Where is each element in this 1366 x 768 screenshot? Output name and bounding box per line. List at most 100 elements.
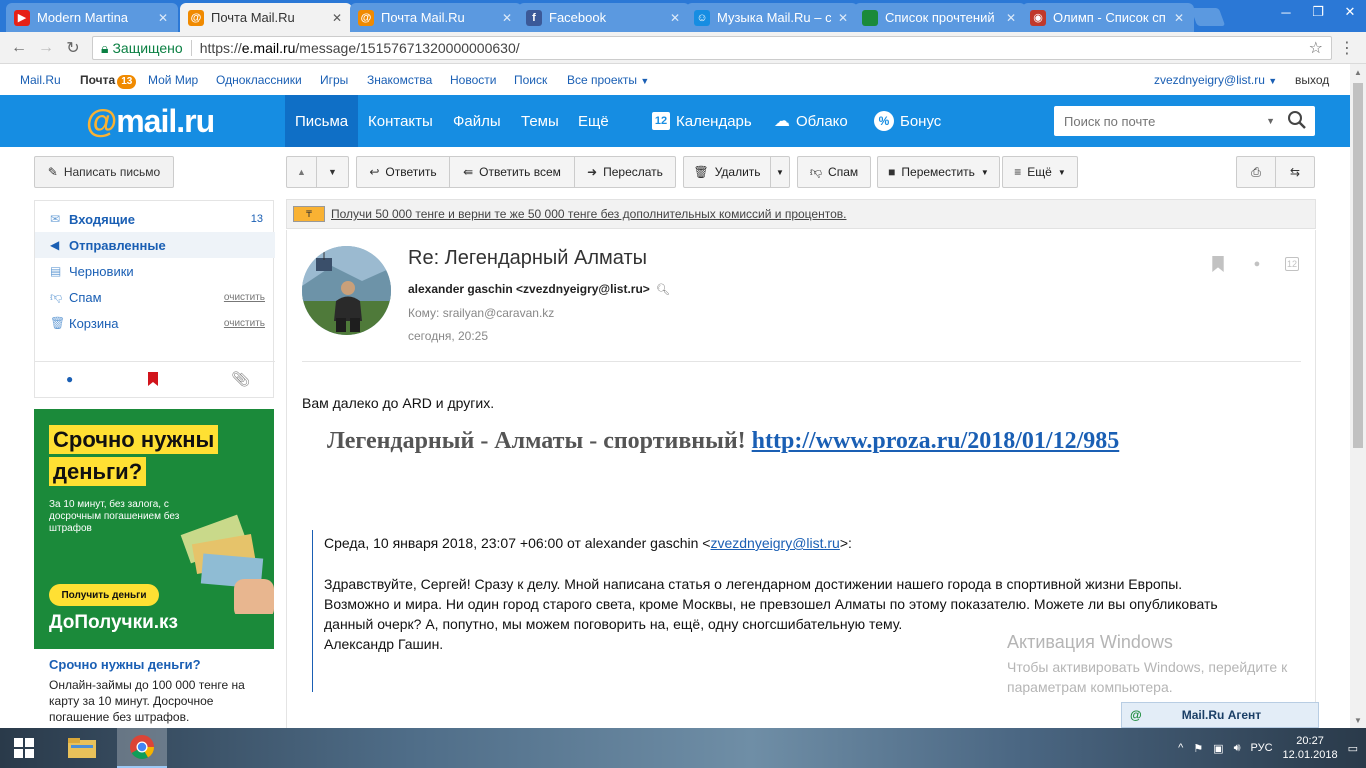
portal-link-dating[interactable]: Знакомства [367,73,432,87]
back-icon[interactable]: ← [8,38,30,58]
forward-icon[interactable]: → [35,38,57,58]
user-email-menu[interactable]: zvezdnyeigry@list.ru ▼ [1154,73,1277,87]
clear-spam-link[interactable]: очистить [224,292,265,303]
restore-icon[interactable]: ❐ [1302,0,1334,24]
browser-tab-sheet[interactable]: Список прочтений ✕ [854,3,1026,32]
close-icon[interactable]: ✕ [332,11,344,25]
reply-all-button[interactable]: ⇚ Ответить всем [449,156,575,188]
quote-email-link[interactable]: zvezdnyeigry@list.ru [710,535,839,551]
folder-inbox[interactable]: ✉ Входящие 13 [35,206,275,232]
attachment-filter-icon[interactable]: 📎︎ [231,370,250,388]
nav-calendar[interactable]: 12 Календарь [642,95,762,147]
article-link[interactable]: http://www.proza.ru/2018/01/12/985 [752,428,1120,454]
search-icon[interactable] [1287,110,1307,130]
close-icon[interactable]: ✕ [670,11,682,25]
close-icon[interactable]: ✕ [1174,11,1186,25]
scrollbar-thumb[interactable] [1353,83,1363,448]
get-money-button[interactable]: Получить деньги [49,584,159,606]
nav-letters[interactable]: Письма [285,95,359,147]
language-indicator[interactable]: РУС [1251,742,1273,754]
portal-link-mailru[interactable]: Mail.Ru [20,73,61,87]
notifications-icon[interactable]: ▭ [1348,742,1358,755]
volume-icon[interactable]: 🔊︎ [1234,742,1241,755]
more-actions-button[interactable]: ≡ Ещё ▼ [1002,156,1078,188]
previous-message-button[interactable]: ▲ [286,156,317,188]
browser-tab-olymp[interactable]: ◉ Олимп - Список сп ✕ [1022,3,1194,32]
add-to-calendar-icon[interactable]: 12 [1285,257,1299,271]
unread-filter-dot-icon[interactable]: ● [66,372,73,386]
reply-button[interactable]: ↩ Ответить [356,156,450,188]
close-icon[interactable]: ✕ [1006,11,1018,25]
folder-sent[interactable]: ◀ Отправленные [35,232,275,258]
delete-options-button[interactable]: ▼ [770,156,790,188]
search-options-chevron-icon[interactable]: ▼ [1266,116,1275,126]
next-message-button[interactable]: ▼ [316,156,349,188]
menu-dots-icon[interactable]: ⋮ [1336,38,1358,58]
nav-themes[interactable]: Темы [511,95,569,147]
portal-link-mail[interactable]: Почта 13 [80,73,137,89]
secure-indicator[interactable]: 🔒︎ Защищено [101,40,183,57]
logout-link[interactable]: выход [1295,73,1329,87]
page-scrollbar[interactable]: ▲ ▼ [1350,64,1366,728]
chrome-taskbar-button[interactable] [117,728,167,768]
browser-tab-mailru[interactable]: @ Почта Mail.Ru ✕ [350,3,522,32]
windows-start-button[interactable] [0,728,48,768]
print-button[interactable]: ⎙ [1236,156,1276,188]
scroll-down-icon[interactable]: ▼ [1350,712,1366,728]
portal-link-all-projects[interactable]: Все проекты ▼ [567,73,649,87]
close-window-icon[interactable]: ✕ [1334,0,1366,24]
message-sender[interactable]: alexander gaschin <zvezdnyeigry@list.ru>… [408,282,670,296]
folder-drafts[interactable]: ▤ Черновики [35,258,275,284]
browser-tab-facebook[interactable]: f Facebook ✕ [518,3,690,32]
nav-files[interactable]: Файлы [443,95,511,147]
show-hidden-icons-icon[interactable]: ^ [1178,742,1183,754]
close-icon[interactable]: ✕ [158,11,170,25]
forward-button[interactable]: ➜ Переслать [574,156,676,188]
browser-tab-youtube[interactable]: ▶ Modern Martina ✕ [6,3,178,32]
scroll-up-icon[interactable]: ▲ [1350,64,1366,80]
folder-spam[interactable]: 👎︎ Спам очистить [35,284,275,310]
new-tab-button[interactable] [1190,8,1226,26]
nav-cloud[interactable]: ☁ Облако [764,95,858,147]
compose-button[interactable]: ✎ Написать письмо [34,156,174,188]
ad-title-link[interactable]: Срочно нужны деньги? [49,657,201,672]
delete-button[interactable]: 🗑︎ Удалить [683,156,771,188]
search-input[interactable] [1064,113,1254,129]
mailru-agent-bar[interactable]: @ Mail.Ru Агент [1121,702,1319,728]
flag-filter-icon[interactable] [147,372,159,386]
taskbar-clock[interactable]: 20:27 12.01.2018 [1283,734,1338,762]
portal-link-games[interactable]: Игры [320,73,348,87]
promo-link[interactable]: Получи 50 000 тенге и верни те же 50 000… [331,207,846,221]
close-icon[interactable]: ✕ [502,11,514,25]
portal-link-news[interactable]: Новости [450,73,496,87]
close-icon[interactable]: ✕ [838,11,850,25]
portal-link-search[interactable]: Поиск [514,73,547,87]
minimize-icon[interactable]: ─ [1270,0,1302,24]
mailru-logo[interactable]: @mail.ru [86,103,215,140]
flag-icon[interactable] [1210,256,1226,272]
mail-search-box[interactable]: ▼ [1054,106,1315,136]
nav-contacts[interactable]: Контакты [358,95,443,147]
move-button[interactable]: ■ Переместить ▼ [877,156,1000,188]
portal-link-ok[interactable]: Одноклассники [216,73,302,87]
browser-tab-mailru-active[interactable]: @ Почта Mail.Ru ✕ [180,3,352,32]
sender-avatar[interactable] [302,246,391,335]
browser-tab-music[interactable]: ☺ Музыка Mail.Ru – с ✕ [686,3,858,32]
network-icon[interactable]: ▣ [1213,742,1223,755]
flag-tray-icon[interactable]: ⚑ [1193,742,1203,755]
portal-link-my-world[interactable]: Мой Мир [148,73,198,87]
clear-trash-link[interactable]: очистить [224,318,265,329]
nav-more[interactable]: Ещё [568,95,619,147]
reload-icon[interactable]: ↻ [62,38,84,58]
message-view-toggle-button[interactable]: ⇆ [1275,156,1315,188]
read-status-dot-icon[interactable]: ● [1249,256,1265,272]
bookmark-star-icon[interactable]: ☆ [1309,38,1323,58]
ad-banner[interactable]: Срочно нужны деньги? За 10 минут, без за… [34,409,274,649]
folder-trash[interactable]: 🗑︎ Корзина очистить [35,310,275,336]
url-field[interactable]: 🔒︎ Защищено https://e.mail.ru/message/15… [92,36,1332,60]
file-explorer-taskbar-button[interactable] [57,728,107,768]
sender-search-icon[interactable]: 🔍︎ [656,284,670,296]
split-view-icon: ⇆ [1289,165,1301,179]
spam-button[interactable]: 👎︎ Спам [797,156,871,188]
nav-bonus[interactable]: % Бонус [864,95,951,147]
